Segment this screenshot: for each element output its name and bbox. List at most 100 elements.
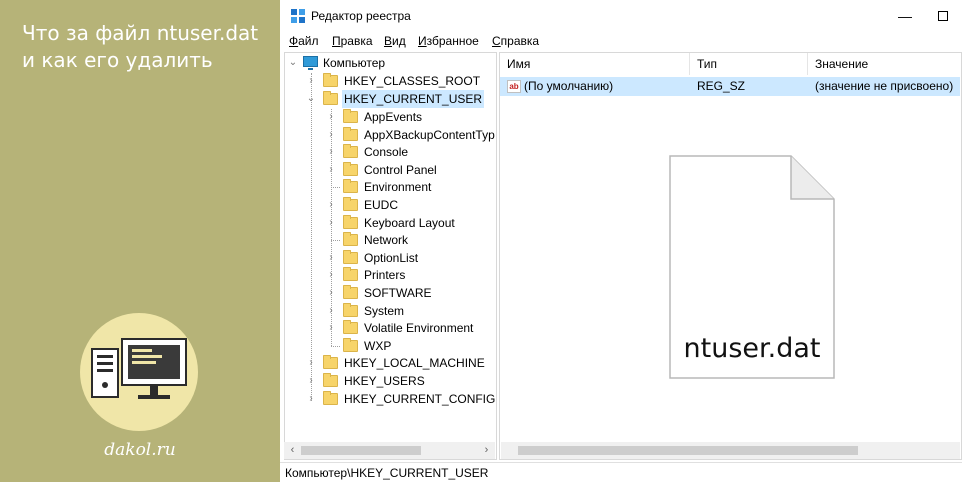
tree-node-child[interactable]: › System xyxy=(285,302,495,320)
tree-node-child[interactable]: › SOFTWARE xyxy=(285,284,495,302)
tree-node-label: AppXBackupContentTyp xyxy=(364,127,495,142)
tree-node-child[interactable]: › EUDC xyxy=(285,196,495,214)
cell-value[interactable]: (значение не присвоено) xyxy=(815,77,953,96)
cell-name[interactable]: (По умолчанию) xyxy=(524,77,613,96)
scrollbar-thumb[interactable] xyxy=(518,446,858,455)
tree-node-label: HKEY_CURRENT_USER xyxy=(342,90,485,108)
list-horizontal-scrollbar[interactable] xyxy=(501,442,960,459)
folder-icon xyxy=(343,179,358,194)
column-header-name[interactable]: Имя xyxy=(500,53,690,75)
menu-favorites[interactable]: Избранное xyxy=(418,34,479,48)
chevron-right-icon[interactable]: › xyxy=(305,72,317,90)
tree-node-child[interactable]: WXP xyxy=(285,337,495,355)
chevron-right-icon[interactable]: › xyxy=(305,372,317,390)
folder-icon xyxy=(343,161,358,176)
chevron-right-icon[interactable]: › xyxy=(305,390,317,408)
computer-icon xyxy=(303,56,318,70)
chevron-right-icon[interactable]: › xyxy=(305,354,317,372)
menu-file[interactable]: Файл xyxy=(289,34,319,48)
tree-node-child[interactable]: › OptionList xyxy=(285,249,495,267)
tree-node-label: Volatile Environment xyxy=(364,321,474,336)
tree-node-label: SOFTWARE xyxy=(364,286,432,300)
tree-node-hkcr[interactable]: › HKEY_CLASSES_ROOT xyxy=(285,72,495,90)
column-header-value[interactable]: Значение xyxy=(808,53,960,75)
chevron-down-icon[interactable]: ⌄ xyxy=(305,90,317,108)
folder-icon xyxy=(343,144,358,159)
tree-node-label: WXP xyxy=(364,338,392,353)
tree-node-label: Console xyxy=(364,145,409,160)
tree-node-child[interactable]: Network xyxy=(285,231,495,249)
tree-node-child[interactable]: › Printers xyxy=(285,266,495,284)
tree-node-label: AppEvents xyxy=(364,110,423,124)
folder-icon xyxy=(323,73,338,87)
file-name-label: ntuser.dat xyxy=(683,333,821,364)
registry-editor-window: Редактор реестра — Файл Правка Вид Избра… xyxy=(280,0,962,482)
chevron-right-icon[interactable]: › xyxy=(325,108,337,126)
chevron-right-icon[interactable]: › xyxy=(325,266,337,284)
tree-node-label: Environment xyxy=(364,180,432,195)
folder-icon xyxy=(323,355,338,369)
column-header-type[interactable]: Тип xyxy=(690,53,808,75)
tree-node-child[interactable]: Environment xyxy=(285,178,495,196)
minimize-icon[interactable]: — xyxy=(890,4,920,28)
menu-view[interactable]: Вид xyxy=(384,34,406,48)
tree-node-hkcc[interactable]: › HKEY_CURRENT_CONFIG xyxy=(285,390,495,408)
folder-icon xyxy=(343,285,358,299)
chevron-right-icon[interactable]: › xyxy=(325,196,337,214)
tree-horizontal-scrollbar[interactable]: ‹ › xyxy=(284,442,495,459)
menu-edit[interactable]: Правка xyxy=(332,34,373,48)
tree-guide xyxy=(331,240,340,242)
chevron-right-icon[interactable]: › xyxy=(325,319,337,337)
chevron-down-icon[interactable]: ⌄ xyxy=(287,54,299,72)
folder-icon xyxy=(343,126,358,141)
status-path: Компьютер\HKEY_CURRENT_USER xyxy=(285,466,489,480)
tree-node-child[interactable]: › AppEvents xyxy=(285,108,495,126)
folder-icon xyxy=(323,373,338,387)
folder-icon xyxy=(323,91,338,105)
tree-node-computer[interactable]: ⌄ Компьютер xyxy=(285,54,495,72)
chevron-right-icon[interactable]: › xyxy=(325,126,337,144)
tree-node-label: OptionList xyxy=(364,250,419,265)
folder-icon xyxy=(343,302,358,317)
article-banner: Что за файл ntuser.dat и как его удалить… xyxy=(0,0,280,482)
tree-node-child[interactable]: › Console xyxy=(285,143,495,161)
chevron-right-icon[interactable]: › xyxy=(325,302,337,320)
tree-node-label: HKEY_CLASSES_ROOT xyxy=(344,74,481,88)
scrollbar-thumb[interactable] xyxy=(301,446,421,455)
tree-node-hku[interactable]: › HKEY_USERS xyxy=(285,372,495,390)
tree-node-label: Network xyxy=(364,233,409,248)
registry-editor-icon xyxy=(291,9,305,23)
string-value-icon: ab xyxy=(507,80,521,93)
chevron-right-icon[interactable]: › xyxy=(325,161,337,179)
chevron-right-icon[interactable]: › xyxy=(325,143,337,161)
folder-icon xyxy=(323,391,338,405)
scroll-left-icon[interactable]: ‹ xyxy=(284,442,301,459)
tree-node-child[interactable]: › AppXBackupContentTyp xyxy=(285,126,495,144)
chevron-right-icon[interactable]: › xyxy=(325,284,337,302)
folder-icon xyxy=(343,232,358,247)
menu-help[interactable]: Справка xyxy=(492,34,539,48)
tree-node-child[interactable]: › Keyboard Layout xyxy=(285,214,495,232)
tree-node-label: EUDC xyxy=(364,198,399,212)
folder-icon xyxy=(343,267,358,282)
registry-tree: ⌄ Компьютер › HKEY_CLASSES_ROOT ⌄ HKEY_C… xyxy=(284,52,497,460)
tree-node-label: Компьютер xyxy=(323,56,386,70)
cell-type[interactable]: REG_SZ xyxy=(697,77,745,96)
chevron-right-icon[interactable]: › xyxy=(325,249,337,267)
folder-icon xyxy=(343,109,358,123)
tree-node-label: System xyxy=(364,303,405,318)
tree-guide xyxy=(331,187,340,189)
maximize-icon[interactable] xyxy=(928,4,958,28)
status-bar: Компьютер\HKEY_CURRENT_USER xyxy=(280,462,962,482)
tree-node-hklm[interactable]: › HKEY_LOCAL_MACHINE xyxy=(285,354,495,372)
tree-node-child[interactable]: › Control Panel xyxy=(285,161,495,179)
folder-icon xyxy=(343,214,358,229)
article-title: Что за файл ntuser.dat и как его удалить xyxy=(22,21,259,72)
scroll-right-icon[interactable]: › xyxy=(478,442,495,459)
tree-node-hkcu[interactable]: ⌄ HKEY_CURRENT_USER xyxy=(285,90,495,108)
tree-node-child[interactable]: › Volatile Environment xyxy=(285,319,495,337)
chevron-right-icon[interactable]: › xyxy=(325,214,337,232)
site-name: dakol.ru xyxy=(104,440,176,460)
tree-node-label: HKEY_USERS xyxy=(344,374,425,388)
folder-icon xyxy=(343,337,358,352)
